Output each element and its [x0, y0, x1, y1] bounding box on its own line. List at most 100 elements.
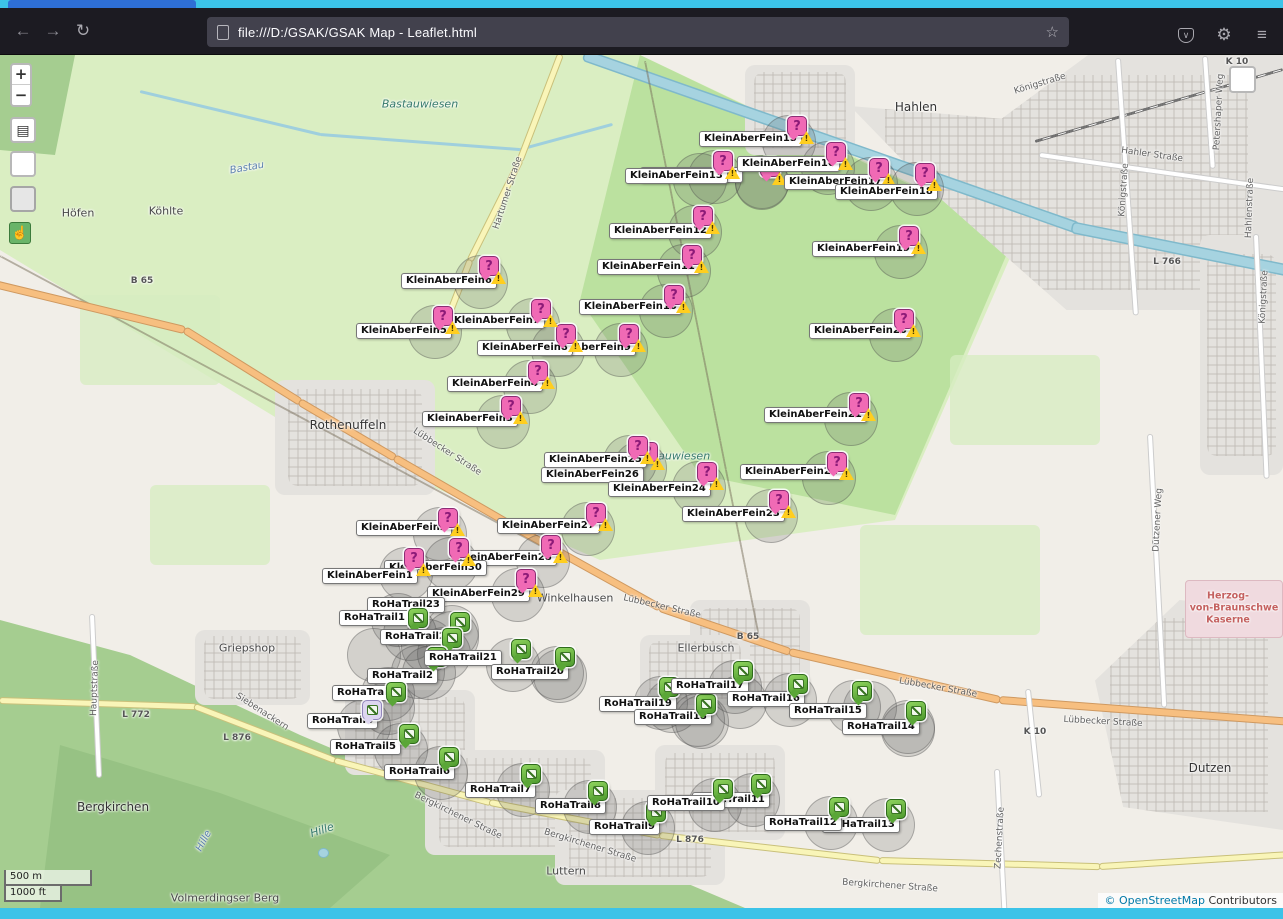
layers-control[interactable]	[1229, 66, 1256, 93]
cache-icon[interactable]	[733, 661, 753, 681]
cache-icon[interactable]: ? !	[697, 462, 717, 482]
warning-icon: !	[528, 584, 543, 597]
cache-label[interactable]: KleinAberFein13	[625, 168, 728, 184]
cache-type-glyph: ?	[547, 539, 555, 552]
cache-label[interactable]: KleinAberFein1	[322, 568, 418, 584]
cache-type-glyph	[718, 784, 729, 794]
cache-icon[interactable]	[521, 764, 541, 784]
cache-icon[interactable]: ? !	[849, 393, 869, 413]
archive-button[interactable]: ▤	[10, 117, 36, 143]
cache-label[interactable]: RoHaTrail15	[789, 703, 867, 719]
cache-icon[interactable]	[886, 799, 906, 819]
cache-icon[interactable]	[439, 747, 459, 767]
cache-type-glyph: ?	[455, 542, 463, 555]
cache-type-glyph: ?	[485, 260, 493, 273]
cache-icon[interactable]: ? !	[869, 158, 889, 178]
hand-tool-button[interactable]: ☝	[9, 222, 31, 244]
cache-type-glyph: ?	[444, 512, 452, 525]
cache-label[interactable]: KleinAberFein24	[608, 481, 711, 497]
cache-label[interactable]: KleinAberFein27	[497, 518, 600, 534]
cache-label[interactable]: RoHaTrail12	[764, 815, 842, 831]
cache-label[interactable]: RoHaTrail1	[339, 610, 410, 626]
cache-type-glyph: ?	[439, 310, 447, 323]
cache-type-glyph	[455, 617, 466, 627]
reload-button[interactable]: ↻	[68, 16, 98, 46]
cache-icon[interactable]: ? !	[501, 396, 521, 416]
zoom-out-button[interactable]: −	[12, 85, 30, 105]
cache-label[interactable]: RoHaTrail21	[424, 650, 502, 666]
cache-icon[interactable]: ? !	[516, 569, 536, 589]
cache-label[interactable]: KleinAberFein15	[699, 131, 802, 147]
cache-icon[interactable]: ? !	[404, 548, 424, 568]
blank-control-2[interactable]	[10, 186, 36, 212]
cache-icon[interactable]: ? !	[628, 436, 648, 456]
cache-type-glyph: ?	[534, 365, 542, 378]
leaflet-map[interactable]: BastauwiesenHöfenKöhlteRothenuffelnGriep…	[0, 55, 1283, 908]
cache-icon[interactable]: ? !	[713, 151, 733, 171]
cache-icon[interactable]: ? !	[826, 142, 846, 162]
cache-icon[interactable]	[442, 628, 462, 648]
tab-strip-fragment[interactable]	[8, 0, 196, 8]
cache-type-glyph: ?	[921, 167, 929, 180]
cache-icon[interactable]: ? !	[541, 535, 561, 555]
forward-button[interactable]: →	[38, 16, 68, 46]
cache-icon[interactable]: ? !	[556, 324, 576, 344]
cache-icon[interactable]	[588, 781, 608, 801]
cache-icon[interactable]	[906, 701, 926, 721]
cache-icon[interactable]: ? !	[449, 538, 469, 558]
cache-type-glyph	[857, 686, 868, 696]
bookmark-star-icon[interactable]: ☆	[1046, 23, 1059, 41]
cache-icon[interactable]	[511, 639, 531, 659]
cache-label[interactable]: KleinAberFein16	[737, 156, 840, 172]
blank-control[interactable]	[10, 151, 36, 177]
cache-icon[interactable]	[852, 681, 872, 701]
cache-icon[interactable]	[829, 797, 849, 817]
cache-icon[interactable]	[399, 724, 419, 744]
cache-icon[interactable]	[788, 674, 808, 694]
pocket-icon[interactable]: ∨	[1171, 20, 1201, 50]
cache-icon[interactable]: ? !	[915, 163, 935, 183]
cache-icon[interactable]: ? !	[619, 324, 639, 344]
cache-icon[interactable]: ? !	[664, 285, 684, 305]
cache-icon[interactable]: ? !	[586, 503, 606, 523]
cache-icon[interactable]: ? !	[531, 299, 551, 319]
cache-icon[interactable]: ? !	[693, 206, 713, 226]
cache-type-glyph: ?	[634, 440, 642, 453]
warning-icon: !	[598, 518, 613, 531]
cache-icon[interactable]: ? !	[682, 245, 702, 265]
tools-wrench-icon[interactable]: ⚙	[1209, 20, 1239, 50]
cache-icon[interactable]: ? !	[899, 226, 919, 246]
url-text[interactable]: file:///D:/GSAK/GSAK Map - Leaflet.html	[238, 25, 1037, 40]
cache-icon[interactable]	[713, 779, 733, 799]
cache-icon[interactable]	[362, 700, 382, 720]
scale-control: 500 m 1000 ft	[4, 870, 92, 902]
cache-icon[interactable]	[386, 682, 406, 702]
cache-icon[interactable]	[408, 608, 428, 628]
cache-type-glyph: ?	[719, 155, 727, 168]
cache-icon[interactable]: ? !	[479, 256, 499, 276]
cache-icon[interactable]: ? !	[528, 361, 548, 381]
cache-icon[interactable]: ? !	[827, 452, 847, 472]
scale-imperial: 1000 ft	[4, 884, 62, 902]
cache-icon[interactable]	[696, 694, 716, 714]
cache-type-glyph: ?	[832, 146, 840, 159]
cache-type-glyph	[444, 752, 455, 762]
zoom-in-button[interactable]: +	[12, 65, 30, 85]
osm-link[interactable]: © OpenStreetMap	[1104, 894, 1205, 907]
cache-icon[interactable]	[751, 774, 771, 794]
menu-hamburger-icon[interactable]: ≡	[1247, 20, 1277, 50]
cache-icon[interactable]: ? !	[787, 116, 807, 136]
url-bar[interactable]: file:///D:/GSAK/GSAK Map - Leaflet.html …	[207, 17, 1069, 47]
cache-type-glyph: ?	[625, 328, 633, 341]
back-button[interactable]: ←	[8, 16, 38, 46]
cache-type-glyph: ?	[703, 466, 711, 479]
cache-label[interactable]: RoHaTrail5	[330, 739, 401, 755]
cache-icon[interactable]	[555, 647, 575, 667]
cache-type-glyph: ?	[855, 397, 863, 410]
cache-type-glyph	[516, 644, 527, 654]
cache-icon[interactable]: ? !	[433, 306, 453, 326]
cache-icon[interactable]: ? !	[438, 508, 458, 528]
cache-icon[interactable]: ? !	[769, 490, 789, 510]
cache-icon[interactable]: ? !	[894, 309, 914, 329]
cache-label[interactable]: RoHaTrail10	[647, 795, 725, 811]
